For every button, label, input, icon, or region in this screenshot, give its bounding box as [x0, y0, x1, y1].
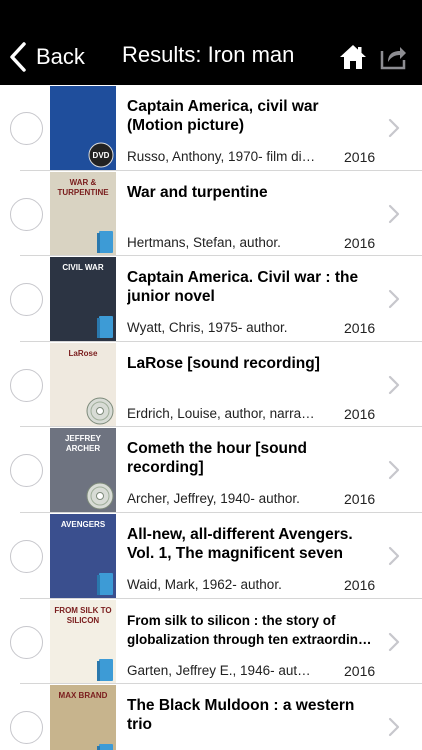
- chevron-right-icon[interactable]: [388, 289, 400, 309]
- cover-image: DVD: [50, 86, 116, 170]
- result-row[interactable]: JEFFREY ARCHER Cometh the hour [sound rec…: [0, 427, 422, 513]
- result-year: 2016: [344, 149, 376, 165]
- result-year: 2016: [344, 320, 376, 337]
- results-list: DVD Captain America, civil war (Motion pi…: [0, 85, 422, 750]
- result-author: Waid, Mark, 1962- author.: [127, 577, 282, 592]
- ebook-icon: [97, 744, 113, 750]
- result-title: The Black Muldoon : a western trio: [127, 697, 355, 734]
- ebook-icon: [97, 316, 113, 339]
- cover-image: WAR & TURPENTINE: [50, 171, 116, 256]
- chevron-right-icon[interactable]: [388, 118, 400, 138]
- cover-image: LaRose: [50, 342, 116, 427]
- share-icon[interactable]: [378, 42, 408, 72]
- result-author: Russo, Anthony, 1970- film di…: [127, 149, 316, 164]
- back-button[interactable]: Back: [8, 40, 85, 74]
- cover-text: WAR & TURPENTINE: [57, 177, 109, 197]
- chevron-left-icon: [10, 42, 26, 72]
- cover-image: FROM SILK TO SILICON: [50, 599, 116, 684]
- home-icon[interactable]: [338, 42, 368, 72]
- select-radio[interactable]: [10, 711, 43, 745]
- cover-text: AVENGERS: [60, 520, 106, 529]
- result-title: Cometh the hour [sound recording]: [127, 440, 307, 477]
- chevron-right-icon[interactable]: [388, 717, 400, 737]
- result-author: Archer, Jeffrey, 1940- author.: [127, 491, 300, 507]
- result-year: 2016: [344, 405, 376, 422]
- result-year: 2016: [344, 491, 376, 508]
- result-year: 2016: [344, 234, 376, 251]
- result-year: 2016: [344, 577, 376, 593]
- result-row[interactable]: MAX BRAND The Black Muldoon : a western t…: [0, 684, 422, 750]
- result-row[interactable]: FROM SILK TO SILICON From silk to silicon…: [0, 599, 422, 685]
- cover-text: LaRose: [68, 348, 98, 358]
- cover-text: MAX BRAND: [58, 691, 108, 701]
- ebook-icon: [97, 573, 113, 595]
- select-radio[interactable]: [10, 283, 43, 317]
- result-title: All-new, all-different Avengers. Vol. 1,…: [127, 526, 353, 562]
- cover-image: JEFFREY ARCHER: [50, 428, 116, 513]
- result-year: 2016: [344, 662, 376, 679]
- result-row[interactable]: CIVIL WAR Captain America. Civil war : th…: [0, 256, 422, 342]
- cover-image: CIVIL WAR: [50, 257, 116, 342]
- cover-image: AVENGERS: [50, 514, 116, 598]
- chevron-right-icon[interactable]: [388, 460, 400, 480]
- result-author: Garten, Jeffrey E., 1946- aut…: [127, 662, 311, 678]
- chevron-right-icon[interactable]: [388, 375, 400, 395]
- select-radio[interactable]: [10, 540, 43, 573]
- result-title: War and turpentine: [127, 183, 268, 201]
- result-author: Erdrich, Louise, author, narra…: [127, 405, 315, 421]
- svg-text:DVD: DVD: [93, 151, 110, 160]
- cover-image: MAX BRAND: [50, 685, 116, 750]
- dvd-icon: DVD: [88, 142, 114, 168]
- select-radio[interactable]: [10, 625, 43, 659]
- cover-text: JEFFREY ARCHER: [64, 434, 101, 454]
- ebook-icon: [97, 658, 113, 681]
- cd-icon: [86, 397, 114, 425]
- select-radio[interactable]: [10, 112, 43, 145]
- result-author: Hertmans, Stefan, author.: [127, 234, 281, 250]
- result-title: Captain America, civil war (Motion pictu…: [127, 98, 319, 134]
- select-radio[interactable]: [10, 368, 43, 402]
- page-title: Results: Iron man: [122, 42, 295, 67]
- ebook-icon: [97, 230, 113, 253]
- result-title: Captain America. Civil war : the junior …: [127, 269, 359, 306]
- cover-text: CIVIL WAR: [62, 263, 104, 273]
- select-radio[interactable]: [10, 197, 43, 231]
- navigation-bar: Back Results: Iron man: [0, 30, 422, 85]
- result-row[interactable]: AVENGERS All-new, all-different Avengers.…: [0, 513, 422, 599]
- chevron-right-icon[interactable]: [388, 632, 400, 652]
- result-title: LaRose [sound recording]: [127, 354, 320, 372]
- back-label: Back: [36, 44, 85, 69]
- chevron-right-icon[interactable]: [388, 546, 400, 566]
- result-author: Wyatt, Chris, 1975- author.: [127, 320, 288, 336]
- cd-icon: [86, 482, 114, 510]
- cover-text: FROM SILK TO SILICON: [54, 605, 112, 625]
- chevron-right-icon[interactable]: [388, 204, 400, 224]
- status-bar: [0, 0, 422, 30]
- result-row[interactable]: DVD Captain America, civil war (Motion pi…: [0, 85, 422, 171]
- result-row[interactable]: LaRose LaRose [sound recording] Erdrich, L…: [0, 342, 422, 428]
- result-title: From silk to silicon : the story of glob…: [127, 612, 372, 647]
- result-row[interactable]: WAR & TURPENTINE War and turpentine Hertma…: [0, 171, 422, 257]
- select-radio[interactable]: [10, 454, 43, 488]
